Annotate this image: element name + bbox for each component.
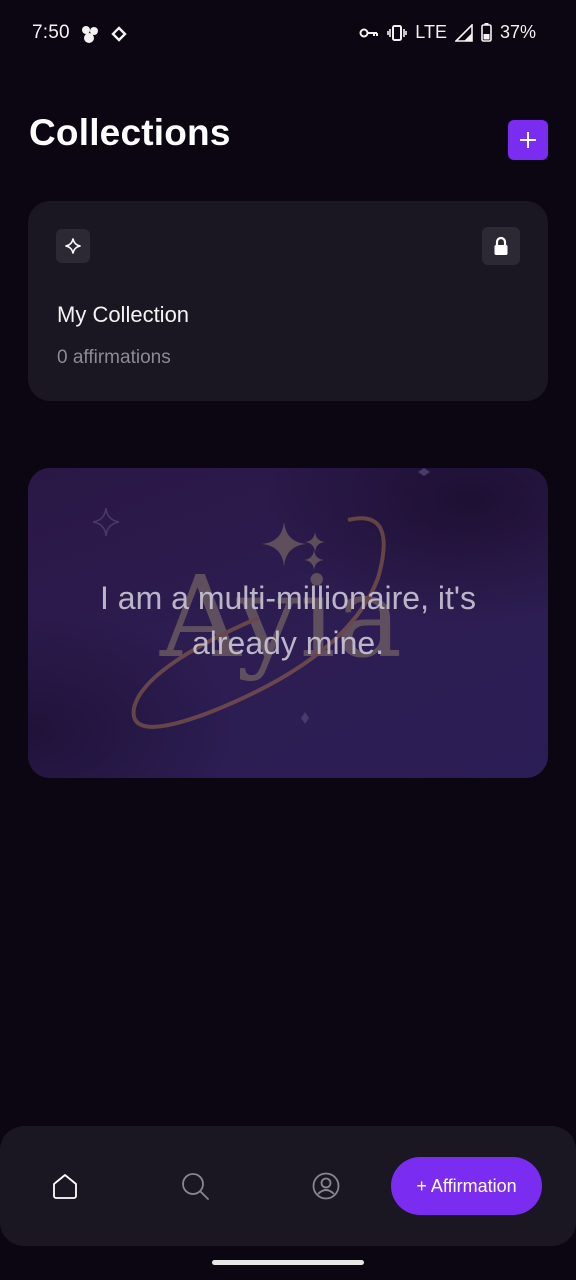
status-bar: 7:50 LTE 37% xyxy=(0,0,576,68)
vpn-key-icon xyxy=(359,28,379,37)
collection-name: My Collection xyxy=(57,302,190,327)
notification-icons xyxy=(80,24,128,44)
nav-search[interactable] xyxy=(175,1166,215,1206)
status-time: 7:50 xyxy=(32,22,70,43)
signal-icon xyxy=(454,23,473,42)
sparkle-icon xyxy=(65,238,81,254)
sparkle-badge xyxy=(56,229,90,263)
battery-level: 37% xyxy=(499,22,536,42)
search-icon xyxy=(182,1173,209,1200)
status-indicators: LTE 37% xyxy=(359,22,536,43)
vibrate-icon xyxy=(387,24,408,41)
home-icon xyxy=(53,1174,77,1199)
lock-badge[interactable] xyxy=(482,227,520,265)
add-affirmation-button[interactable]: + Affirmation xyxy=(391,1157,542,1215)
network-type: LTE xyxy=(415,22,447,42)
lock-icon xyxy=(494,236,508,255)
battery-icon xyxy=(481,23,492,42)
home-indicator[interactable] xyxy=(212,1260,364,1265)
nav-home[interactable] xyxy=(45,1166,85,1206)
profile-icon xyxy=(312,1172,340,1200)
bubbles-icon xyxy=(82,26,98,43)
affirmation-card[interactable]: Ayia I am a multi-millionaire, it's alre… xyxy=(28,468,548,778)
collection-card[interactable]: My Collection 0 affirmations xyxy=(28,201,548,401)
affirmation-text: I am a multi-millionaire, it's already m… xyxy=(100,580,476,661)
plus-icon xyxy=(520,132,536,148)
add-collection-button[interactable] xyxy=(508,120,548,160)
bottom-nav: + Affirmation xyxy=(0,1126,576,1246)
collection-count: 0 affirmations xyxy=(57,347,171,368)
page-title: Collections xyxy=(29,112,231,153)
nav-profile[interactable] xyxy=(306,1166,346,1206)
app-notification-icon xyxy=(111,26,127,42)
